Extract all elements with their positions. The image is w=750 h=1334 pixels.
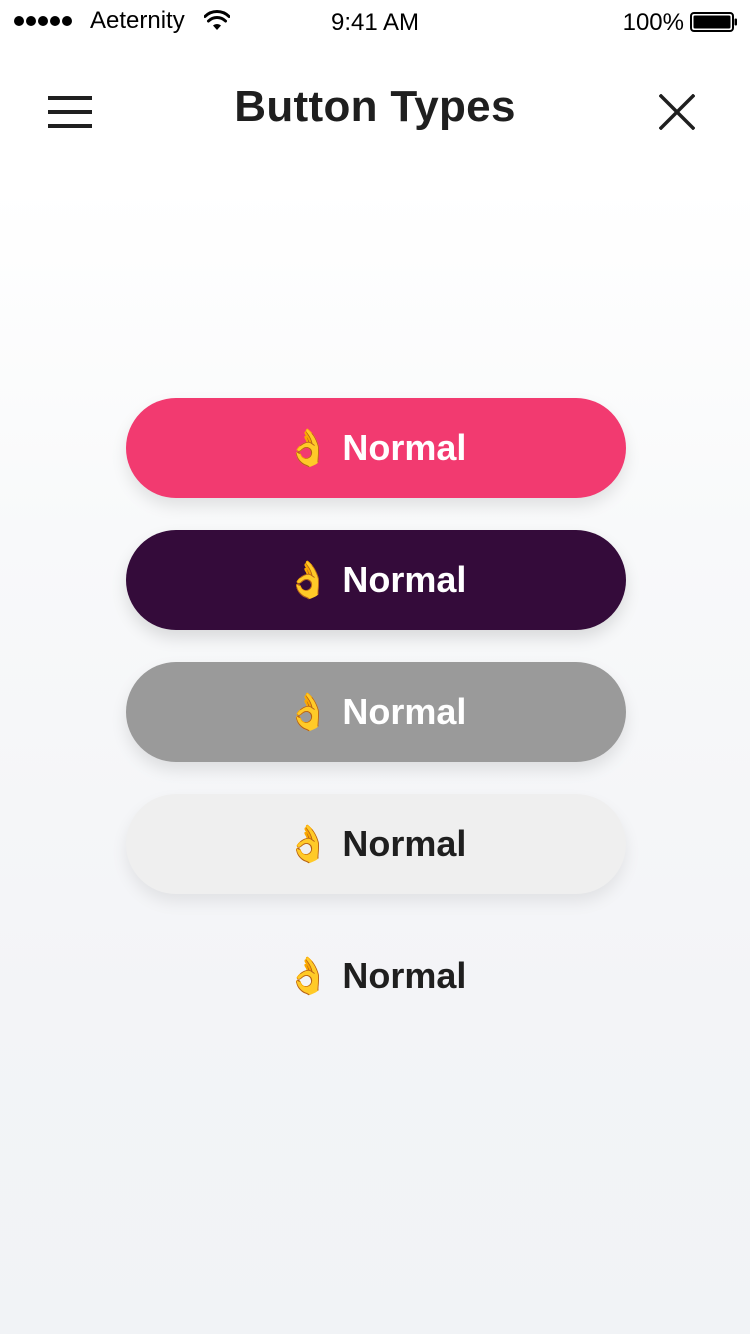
battery-percentage: 100% — [622, 9, 684, 36]
button-label: Normal — [342, 691, 467, 732]
primary-button[interactable]: 👌 Normal — [126, 398, 626, 498]
close-icon[interactable] — [659, 94, 695, 130]
button-label: Normal — [342, 427, 467, 468]
ok-hand-icon: 👌 — [285, 427, 331, 468]
ok-hand-icon: 👌 — [285, 823, 331, 864]
ok-hand-icon: 👌 — [285, 691, 331, 732]
nav-bar: Button Types — [0, 44, 750, 174]
status-bar: Aeternity 9:41 AM 100% — [0, 0, 750, 44]
button-list: 👌 Normal 👌 Normal 👌 Normal 👌 Normal 👌 No… — [126, 398, 626, 1058]
plain-button[interactable]: 👌 Normal — [126, 926, 626, 1026]
ok-hand-icon: 👌 — [285, 955, 331, 996]
page-title: Button Types — [234, 82, 516, 131]
button-label: Normal — [342, 955, 467, 996]
light-button[interactable]: 👌 Normal — [126, 794, 626, 894]
secondary-button[interactable]: 👌 Normal — [126, 530, 626, 630]
disabled-button[interactable]: 👌 Normal — [126, 662, 626, 762]
ok-hand-icon: 👌 — [285, 559, 331, 600]
button-label: Normal — [342, 559, 467, 600]
battery-icon — [690, 12, 737, 32]
button-label: Normal — [342, 823, 467, 864]
